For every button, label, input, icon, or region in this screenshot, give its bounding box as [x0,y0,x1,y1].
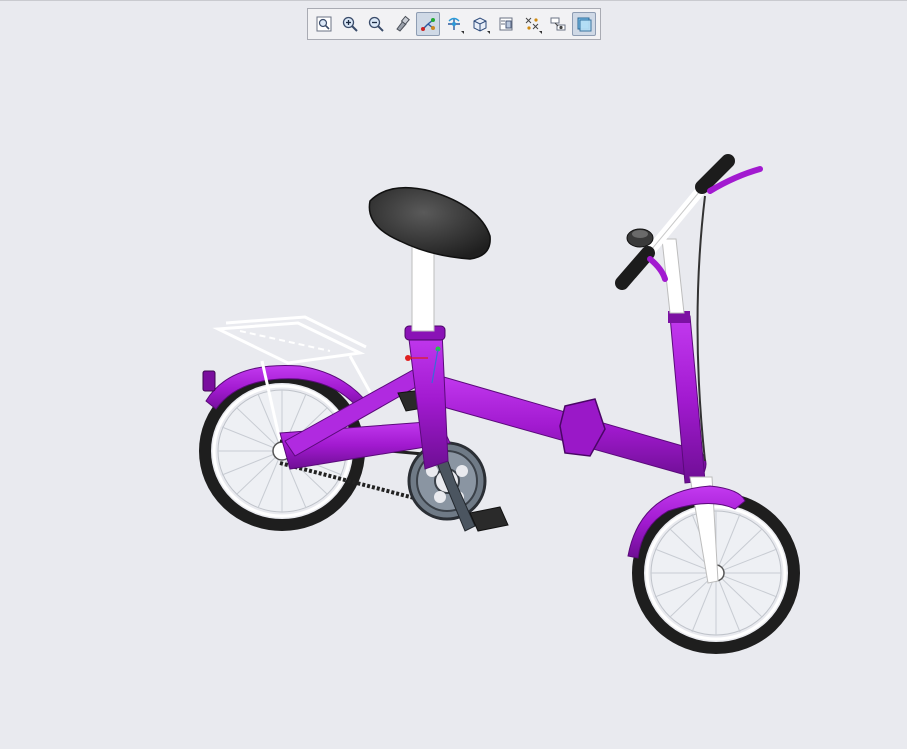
bicycle-model[interactable] [0,1,907,749]
rear-reflector [202,370,216,392]
front-pedal [469,506,509,532]
bell [626,228,654,248]
seatpost [411,245,435,332]
saddle [368,186,491,260]
graphics-viewport[interactable] [0,0,907,748]
